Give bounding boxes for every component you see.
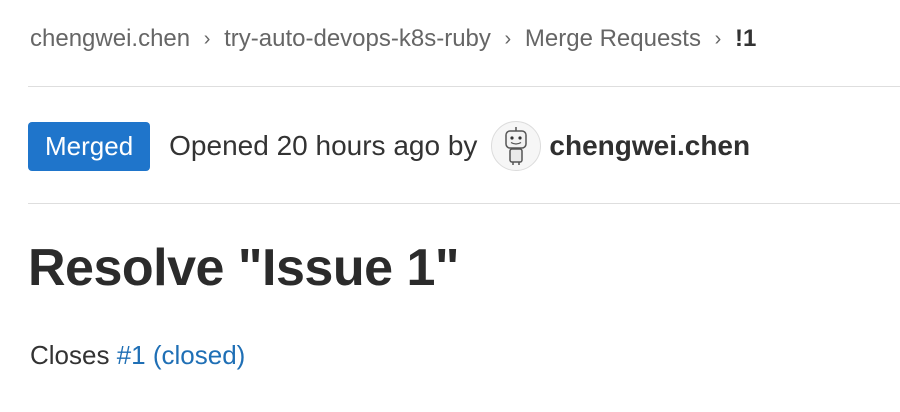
opened-text: Opened 20 hours ago by <box>169 130 478 161</box>
status-badge: Merged <box>28 121 151 171</box>
page-title: Resolve "Issue 1" <box>28 239 460 297</box>
author-link[interactable]: chengwei.chen <box>549 130 750 162</box>
breadcrumb-merge-requests[interactable]: Merge Requests <box>525 25 701 53</box>
header-divider <box>28 86 900 87</box>
robot-avatar-icon <box>505 127 528 165</box>
title-divider <box>28 203 900 204</box>
chevron-right-icon: › <box>203 27 211 50</box>
breadcrumb-current-mr[interactable]: !1 <box>735 25 756 53</box>
author-avatar[interactable] <box>491 121 542 171</box>
mr-description: Closes #1 (closed) <box>30 340 245 371</box>
chevron-right-icon: › <box>504 27 512 50</box>
breadcrumb-user[interactable]: chengwei.chen <box>30 25 190 53</box>
closes-label: Closes <box>30 340 110 370</box>
closed-issue-link[interactable]: #1 (closed) <box>117 340 246 370</box>
breadcrumb: chengwei.chen › try-auto-devops-k8s-ruby… <box>30 22 756 56</box>
breadcrumb-project[interactable]: try-auto-devops-k8s-ruby <box>224 25 491 53</box>
chevron-right-icon: › <box>714 27 722 50</box>
mr-status-row: Merged Opened 20 hours ago by chengwei.c… <box>28 121 750 171</box>
